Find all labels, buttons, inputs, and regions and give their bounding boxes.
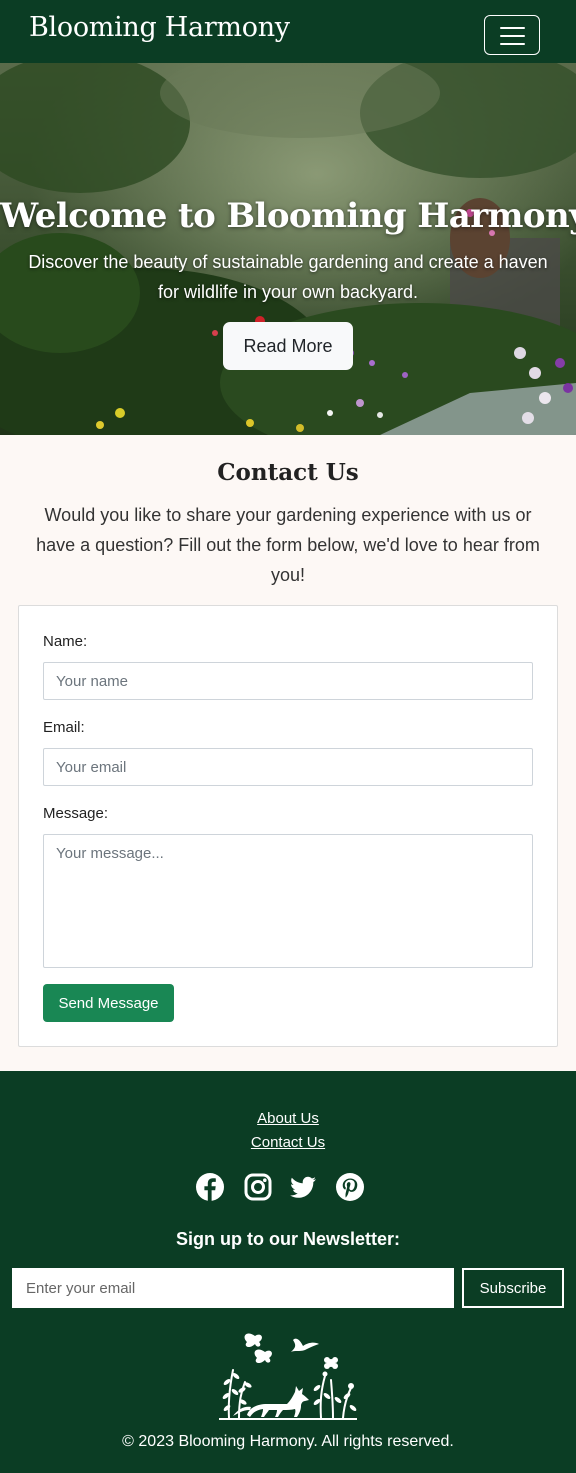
newsletter-title: Sign up to our Newsletter:	[175, 1229, 400, 1249]
wildlife-emblem-icon	[219, 1333, 357, 1420]
hero-subtitle: Discover the beauty of sustainable garde…	[28, 252, 548, 302]
twitter-icon[interactable]	[288, 1172, 318, 1202]
subscribe-button[interactable]: Subscribe	[462, 1268, 564, 1308]
menu-toggle-button[interactable]	[484, 15, 540, 55]
contact-intro: Would you like to share your gardening e…	[36, 505, 540, 585]
hero-section: Welcome to Blooming Harmony Discover the…	[0, 63, 576, 435]
newsletter-email-input[interactable]	[12, 1268, 454, 1308]
send-message-button[interactable]: Send Message	[43, 984, 174, 1022]
footer-link-about[interactable]: About Us	[0, 1110, 576, 1127]
footer-link-contact[interactable]: Contact Us	[0, 1134, 576, 1151]
brand-link[interactable]: Blooming Harmony	[29, 12, 290, 43]
navbar: Blooming Harmony	[0, 0, 576, 63]
email-input[interactable]	[43, 748, 533, 786]
pinterest-icon[interactable]	[335, 1172, 365, 1202]
facebook-icon[interactable]	[195, 1172, 225, 1202]
email-label: Email:	[43, 719, 85, 736]
copyright-text: © 2023 Blooming Harmony. All rights rese…	[122, 1433, 454, 1450]
hero-title: Welcome to Blooming Harmony	[0, 196, 576, 236]
contact-title: Contact Us	[217, 459, 359, 486]
read-more-button[interactable]: Read More	[223, 322, 353, 370]
name-label: Name:	[43, 633, 88, 650]
message-textarea[interactable]	[43, 834, 533, 968]
instagram-icon[interactable]	[243, 1172, 273, 1202]
message-label: Message:	[43, 805, 109, 822]
social-links	[195, 1172, 381, 1202]
name-input[interactable]	[43, 662, 533, 700]
